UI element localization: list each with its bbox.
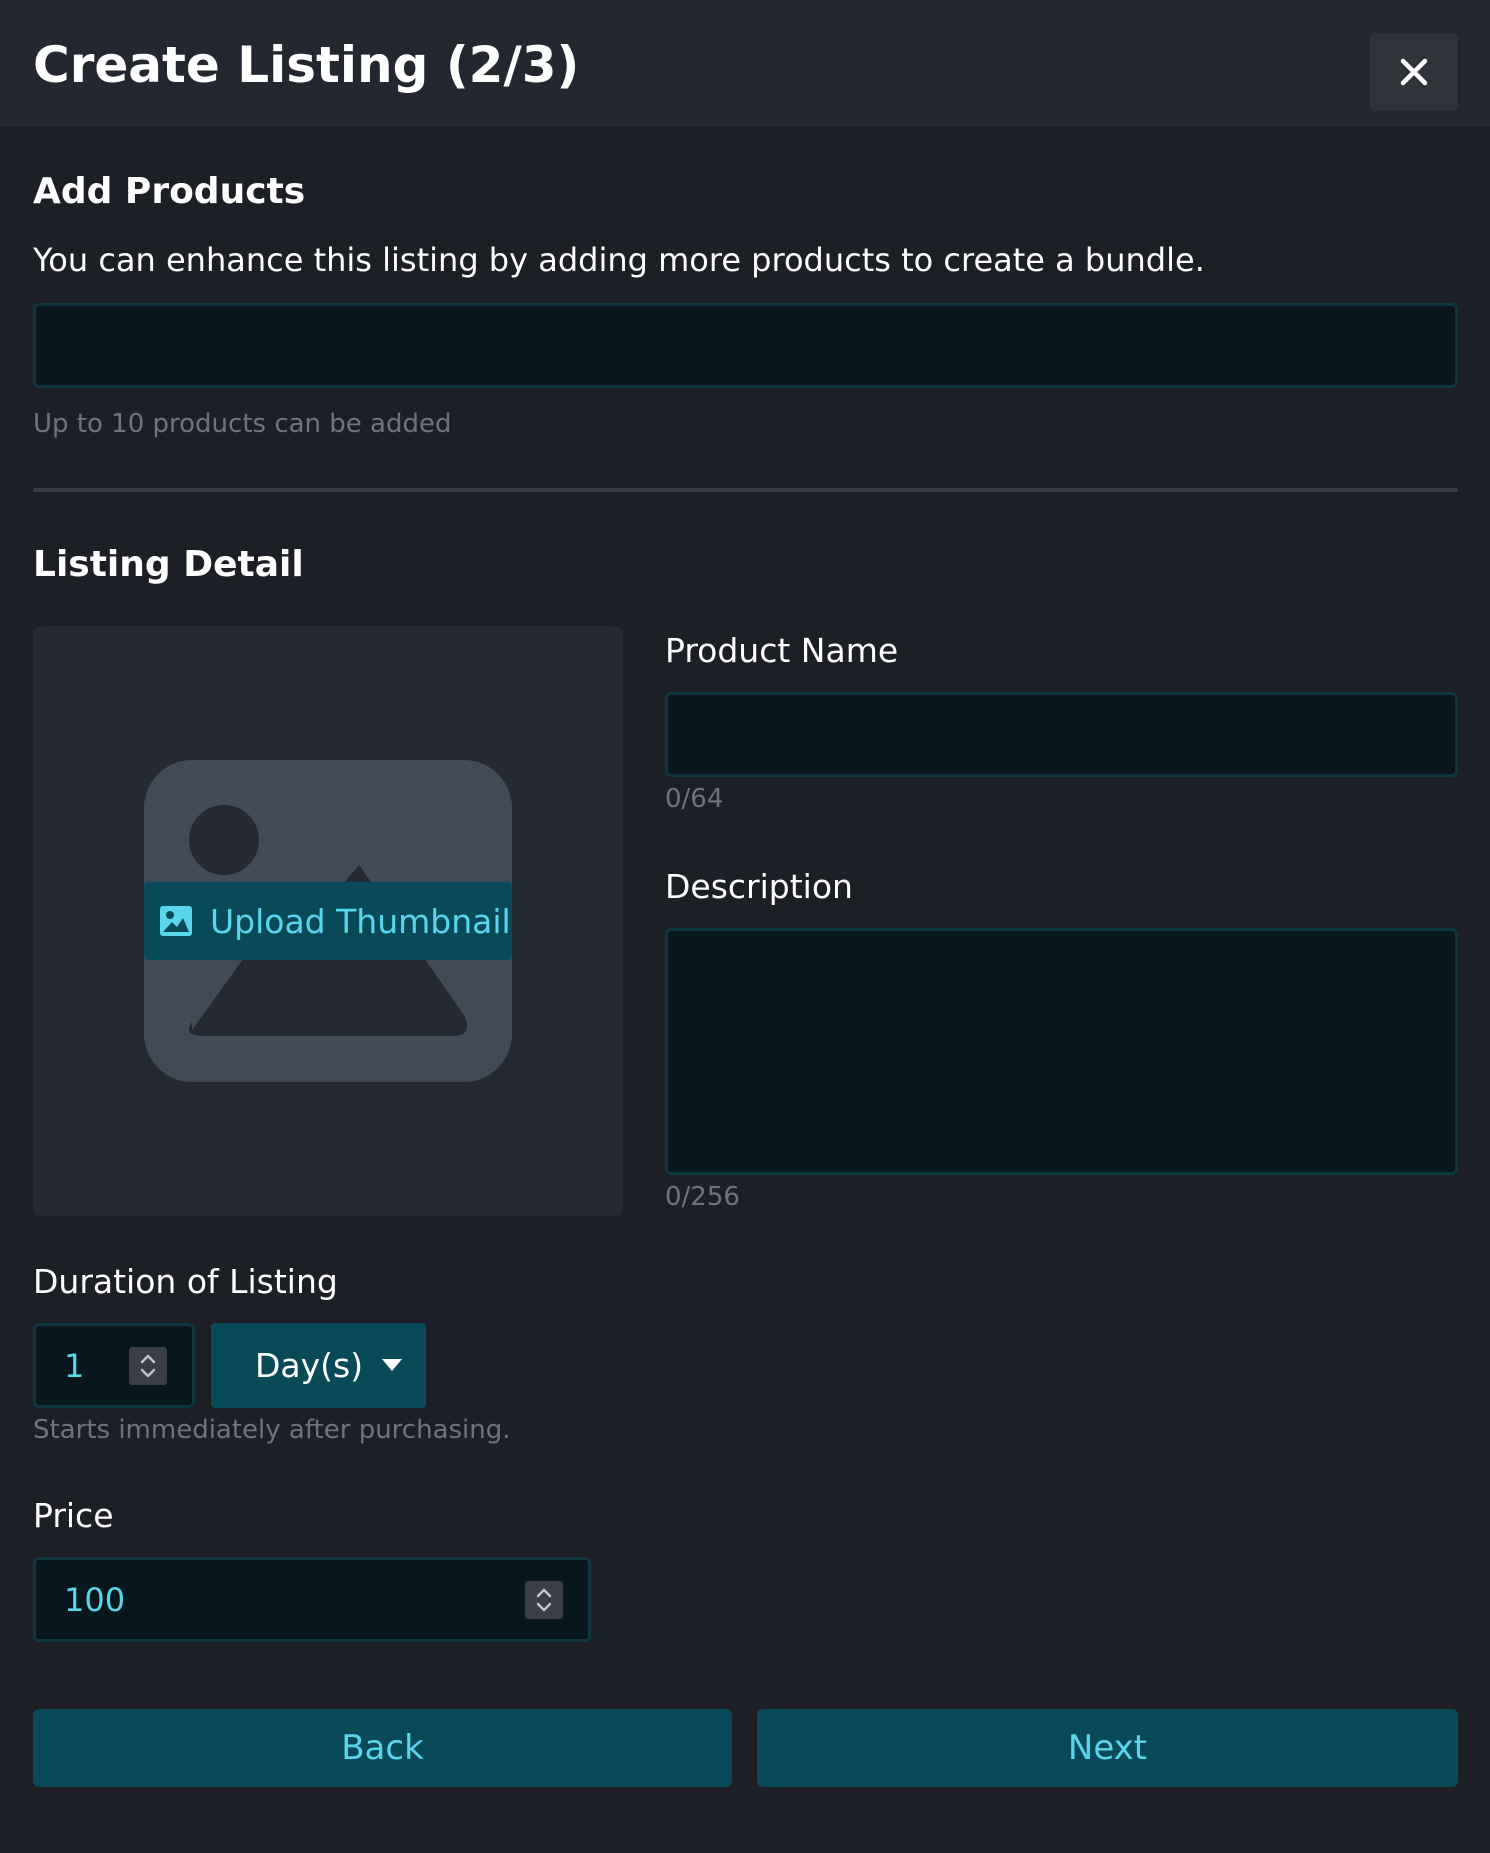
close-button[interactable] (1370, 33, 1458, 111)
image-icon (158, 903, 194, 939)
add-products-hint: Up to 10 products can be added (33, 409, 452, 439)
duration-stepper[interactable] (129, 1347, 167, 1385)
upload-thumbnail-button[interactable]: Upload Thumbnail (144, 882, 512, 960)
section-divider (33, 488, 1458, 492)
modal-title: Create Listing (2/3) (33, 36, 580, 94)
modal-header: Create Listing (2/3) (0, 0, 1490, 127)
duration-label: Duration of Listing (33, 1262, 338, 1301)
chevron-down-icon (382, 1359, 402, 1371)
duration-unit-value: Day(s) (255, 1346, 364, 1385)
duration-unit-select[interactable]: Day(s) (211, 1323, 426, 1408)
close-icon (1400, 58, 1428, 86)
duration-hint: Starts immediately after purchasing. (33, 1415, 511, 1445)
description-label: Description (665, 867, 853, 906)
description-counter: 0/256 (665, 1182, 740, 1212)
product-name-label: Product Name (665, 631, 899, 670)
add-products-description: You can enhance this listing by adding m… (33, 241, 1205, 279)
thumbnail-panel: Upload Thumbnail (33, 626, 623, 1216)
duration-value: 1 (64, 1346, 85, 1385)
price-label: Price (33, 1496, 114, 1535)
listing-detail-heading: Listing Detail (33, 544, 304, 585)
back-button[interactable]: Back (33, 1709, 732, 1787)
product-name-input[interactable] (665, 692, 1458, 777)
product-name-counter: 0/64 (665, 784, 724, 814)
description-textarea[interactable] (665, 928, 1458, 1175)
price-stepper[interactable] (525, 1581, 563, 1619)
duration-number-input[interactable]: 1 (33, 1323, 195, 1408)
add-products-heading: Add Products (33, 171, 306, 212)
upload-thumbnail-label: Upload Thumbnail (210, 901, 511, 941)
price-value: 100 (64, 1580, 126, 1619)
price-number-input[interactable]: 100 (33, 1557, 591, 1642)
next-button[interactable]: Next (757, 1709, 1458, 1787)
stepper-arrows-icon (140, 1354, 156, 1378)
stepper-arrows-icon (536, 1588, 552, 1612)
create-listing-modal: Create Listing (2/3) Add Products You ca… (0, 0, 1490, 1853)
product-search-input[interactable] (33, 303, 1458, 388)
